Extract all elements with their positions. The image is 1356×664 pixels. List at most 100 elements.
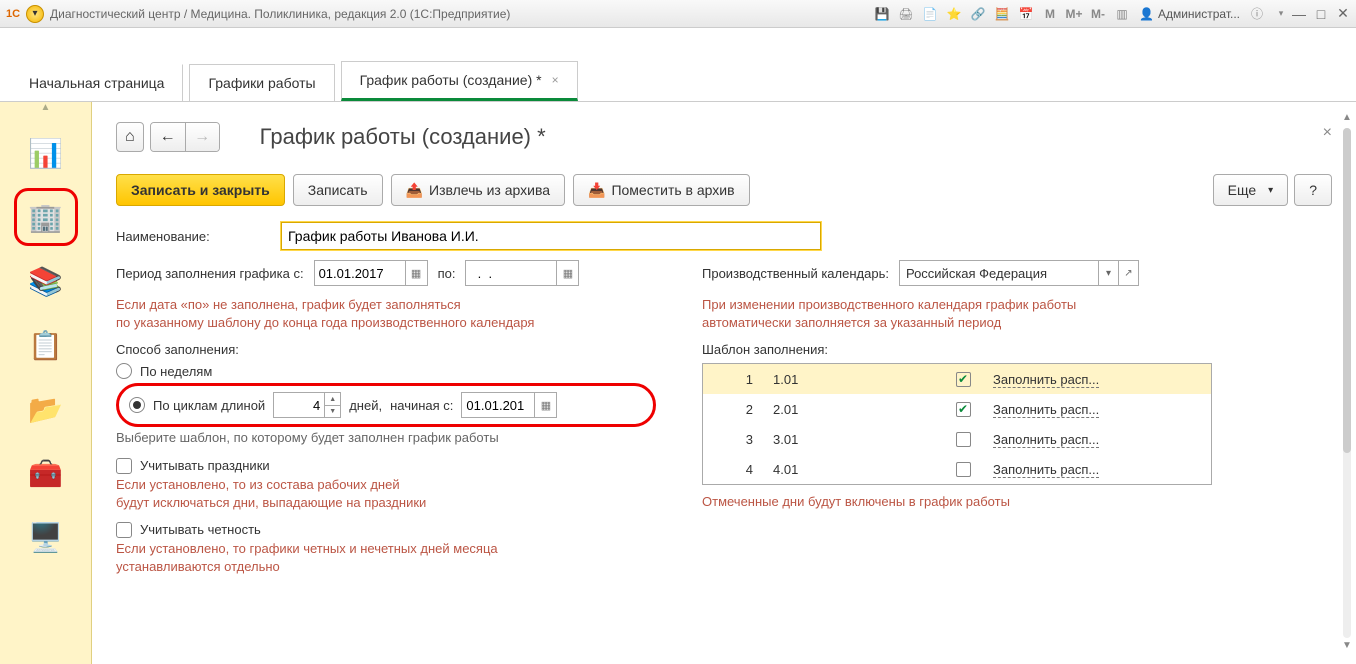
section-sidebar: ▲ 📊 🏢 📚 📋 📂 🧰 🖥️: [0, 102, 92, 664]
tab-schedules[interactable]: Графики работы: [189, 64, 334, 101]
table-row[interactable]: 11.01 ✔ Заполнить расп...: [703, 364, 1211, 394]
main-menu-button[interactable]: ▾: [26, 5, 44, 23]
save-and-close-button[interactable]: Записать и закрыть: [116, 174, 285, 206]
scroll-down-icon[interactable]: ▼: [1340, 640, 1354, 654]
cycle-length-input[interactable]: [274, 393, 324, 417]
days-label: дней,: [349, 398, 382, 413]
help-button[interactable]: ?: [1294, 174, 1332, 206]
radio-by-weeks-label: По неделям: [140, 364, 212, 379]
dropdown-icon[interactable]: ▾: [1272, 5, 1290, 23]
select-open-icon[interactable]: ↗: [1119, 260, 1139, 286]
m-button[interactable]: M: [1041, 5, 1059, 23]
period-from-input[interactable]: [315, 261, 405, 285]
row-date: 1.01: [773, 372, 933, 387]
page-title: График работы (создание) *: [260, 124, 546, 150]
scrollbar-thumb[interactable]: [1343, 128, 1351, 453]
more-button[interactable]: Еще: [1213, 174, 1289, 206]
sidebar-item-help[interactable]: 📋: [14, 316, 78, 374]
table-row[interactable]: 33.01Заполнить расп...: [703, 424, 1211, 454]
action-toolbar: Записать и закрыть Записать 📤Извлечь из …: [116, 174, 1332, 206]
close-window-button[interactable]: ✕: [1334, 5, 1352, 23]
template-table: 11.01✔Заполнить расп...22.01✔Заполнить р…: [702, 363, 1212, 485]
row-checkbox[interactable]: [956, 432, 971, 447]
save-button[interactable]: Записать: [293, 174, 383, 206]
row-date: 3.01: [773, 432, 933, 447]
home-button[interactable]: ⌂: [116, 122, 144, 152]
fill-schedule-link[interactable]: Заполнить расп...: [993, 462, 1099, 478]
period-from-field[interactable]: ▦: [314, 260, 428, 286]
calc-icon[interactable]: 🧮: [993, 5, 1011, 23]
panels-icon[interactable]: ▥: [1113, 5, 1131, 23]
row-date: 2.01: [773, 402, 933, 417]
titlebar: 1C ▾ Диагностический центр / Медицина. П…: [0, 0, 1356, 28]
cycle-length-spinner[interactable]: ▲▼: [273, 392, 341, 418]
calendar-picker-icon[interactable]: ▦: [556, 261, 578, 285]
spin-down-icon[interactable]: ▼: [325, 405, 340, 418]
sidebar-scroll-up[interactable]: ▲: [0, 102, 91, 118]
put-archive-button[interactable]: 📥Поместить в архив: [573, 174, 750, 206]
link-icon[interactable]: 🔗: [969, 5, 987, 23]
maximize-button[interactable]: □: [1312, 5, 1330, 23]
close-tab-icon[interactable]: ×: [552, 73, 559, 87]
radio-by-weeks[interactable]: По неделям: [116, 363, 656, 379]
calendar-picker-icon[interactable]: ▦: [405, 261, 427, 285]
row-checkbox[interactable]: [956, 462, 971, 477]
close-page-icon[interactable]: ×: [1323, 124, 1332, 142]
template-select-hint: Выберите шаблон, по которому будет запол…: [116, 429, 656, 447]
parity-hint: Если установлено, то графики четных и не…: [116, 540, 656, 576]
sidebar-item-docs[interactable]: 📂: [14, 380, 78, 438]
template-section-label: Шаблон заполнения:: [702, 342, 1212, 357]
row-checkbox[interactable]: ✔: [956, 402, 971, 417]
period-to-label: по:: [438, 266, 456, 281]
scroll-up-icon[interactable]: ▲: [1340, 112, 1354, 126]
name-label: Наименование:: [116, 229, 271, 244]
fill-schedule-link[interactable]: Заполнить расп...: [993, 372, 1099, 388]
forward-button[interactable]: →: [185, 123, 219, 151]
user-area[interactable]: 👤 Администрат...: [1139, 7, 1240, 21]
tab-start-page[interactable]: Начальная страница: [10, 64, 183, 101]
calendar-select[interactable]: Российская Федерация: [899, 260, 1099, 286]
select-dropdown-icon[interactable]: ▾: [1099, 260, 1119, 286]
m-minus-button[interactable]: M-: [1089, 5, 1107, 23]
fill-schedule-link[interactable]: Заполнить расп...: [993, 402, 1099, 418]
period-to-field[interactable]: ▦: [465, 260, 579, 286]
m-plus-button[interactable]: M+: [1065, 5, 1083, 23]
sidebar-item-folders[interactable]: 📚: [14, 252, 78, 310]
template-footer-hint: Отмеченные дни будут включены в график р…: [702, 493, 1212, 511]
info-icon[interactable]: ⓘ: [1248, 5, 1266, 23]
period-to-input[interactable]: [466, 261, 556, 285]
name-input[interactable]: [281, 222, 821, 250]
print-icon[interactable]: 🖨: [897, 5, 915, 23]
sidebar-item-org[interactable]: 🏢: [14, 188, 78, 246]
tab-schedule-create[interactable]: График работы (создание) * ×: [341, 61, 578, 101]
sidebar-item-cashbox[interactable]: 🖥️: [14, 508, 78, 566]
calendar-picker-icon[interactable]: ▦: [534, 393, 556, 417]
holidays-checkbox-row[interactable]: Учитывать праздники: [116, 458, 656, 474]
parity-label: Учитывать четность: [140, 522, 261, 537]
cycle-start-input[interactable]: [462, 393, 534, 417]
parity-checkbox-row[interactable]: Учитывать четность: [116, 522, 656, 538]
back-button[interactable]: ←: [151, 123, 185, 151]
content-scrollbar[interactable]: ▲ ▼: [1340, 112, 1354, 654]
favorite-icon[interactable]: ⭐: [945, 5, 963, 23]
extract-archive-button[interactable]: 📤Извлечь из архива: [391, 174, 565, 206]
toolbar-icons: 💾 🖨 📄 ⭐ 🔗 🧮 📅 M M+ M- ▥: [873, 5, 1131, 23]
fill-schedule-link[interactable]: Заполнить расп...: [993, 432, 1099, 448]
logo-1c: 1C: [4, 5, 22, 23]
radio-by-cycles[interactable]: [129, 397, 145, 413]
row-number: 1: [703, 372, 773, 387]
cycle-start-field[interactable]: ▦: [461, 392, 557, 418]
fill-mode-label: Способ заполнения:: [116, 342, 656, 357]
table-row[interactable]: 44.01Заполнить расп...: [703, 454, 1211, 484]
preview-icon[interactable]: 📄: [921, 5, 939, 23]
sidebar-item-analytics[interactable]: 📊: [14, 124, 78, 182]
spin-up-icon[interactable]: ▲: [325, 393, 340, 405]
calendar-icon[interactable]: 📅: [1017, 5, 1035, 23]
minimize-button[interactable]: —: [1290, 5, 1308, 23]
holidays-label: Учитывать праздники: [140, 458, 270, 473]
row-checkbox[interactable]: ✔: [956, 372, 971, 387]
start-label: начиная с:: [390, 398, 453, 413]
table-row[interactable]: 22.01✔Заполнить расп...: [703, 394, 1211, 424]
sidebar-item-medkit[interactable]: 🧰: [14, 444, 78, 502]
save-icon[interactable]: 💾: [873, 5, 891, 23]
